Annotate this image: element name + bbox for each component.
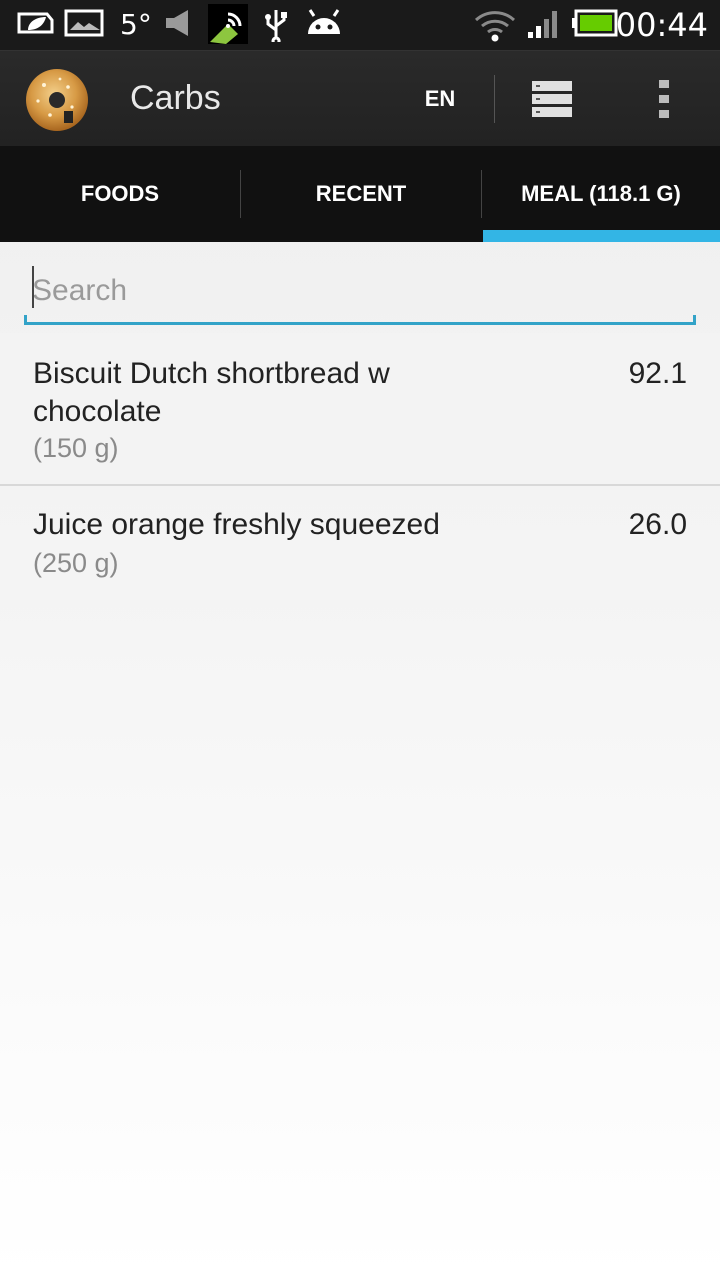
app-title: Carbs — [130, 79, 221, 117]
tab-bar: FOODS RECENT MEAL (118.1 G) — [0, 146, 720, 242]
text-cursor — [32, 266, 34, 308]
tab-foods[interactable]: FOODS — [0, 146, 240, 242]
food-name: Biscuit Dutch shortbread w chocolate — [33, 357, 390, 428]
photo-icon — [64, 8, 104, 38]
usb-icon — [262, 8, 290, 42]
food-name: Juice orange freshly squeezed — [33, 508, 440, 541]
food-carbs: 26.0 — [628, 508, 687, 541]
language-button[interactable]: EN — [410, 51, 470, 147]
search-input[interactable] — [24, 262, 696, 320]
database-icon[interactable] — [520, 51, 584, 147]
search-underline — [24, 315, 696, 325]
food-carbs: 92.1 — [628, 357, 687, 390]
status-bar: 5° 00:44 — [0, 0, 720, 50]
battery-icon — [572, 8, 620, 38]
clock: 00:44 — [615, 6, 708, 44]
signal-icon — [526, 8, 562, 40]
speaker-icon — [162, 8, 196, 38]
search-box[interactable] — [24, 262, 696, 325]
nfc-icon — [208, 4, 248, 44]
tab-recent[interactable]: RECENT — [241, 146, 481, 242]
donut-logo-icon[interactable] — [24, 67, 90, 133]
tab-meal[interactable]: MEAL (118.1 G) — [482, 146, 720, 242]
temperature-indicator: 5° — [120, 8, 152, 41]
food-quantity: (150 g) — [33, 433, 119, 463]
list-item[interactable]: Juice orange freshly squeezed (250 g) 26… — [0, 486, 720, 598]
list-item[interactable]: Biscuit Dutch shortbread w chocolate (15… — [0, 333, 720, 486]
meal-list: Biscuit Dutch shortbread w chocolate (15… — [0, 333, 720, 598]
wifi-icon — [474, 8, 516, 42]
android-icon — [304, 8, 344, 38]
overflow-menu-icon[interactable] — [640, 51, 688, 147]
action-bar: Carbs EN — [0, 50, 720, 147]
action-divider — [494, 75, 495, 123]
leaf-battery-icon — [16, 8, 56, 38]
selected-tab-indicator — [483, 230, 720, 242]
food-quantity: (250 g) — [33, 548, 119, 578]
